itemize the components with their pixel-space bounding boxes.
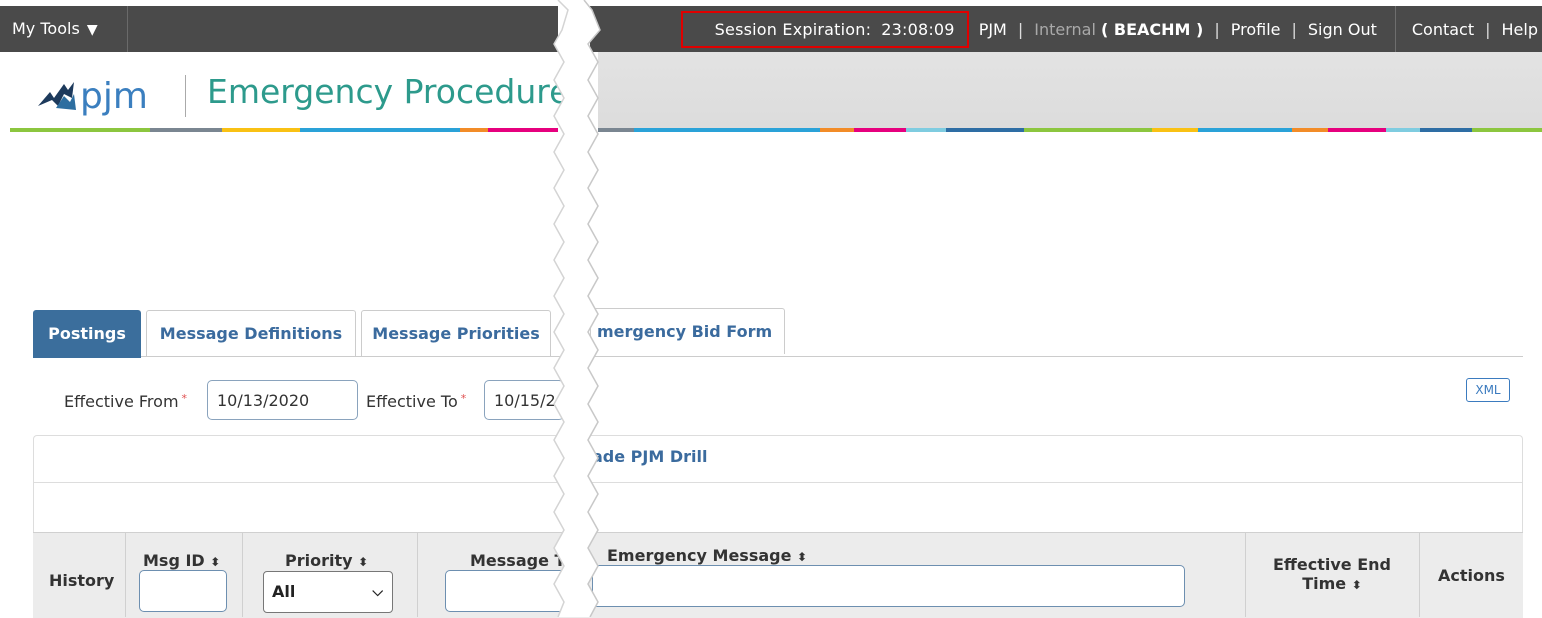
effective-from-text: Effective From [64, 392, 179, 411]
column-divider [1419, 532, 1420, 617]
session-time: 23:08:09 [881, 19, 955, 39]
col-history: History [49, 571, 115, 590]
header-banner [598, 52, 1542, 128]
pjm-logo[interactable]: pjm [34, 72, 164, 118]
col-priority-label: Priority [285, 551, 353, 570]
col-emergency-message[interactable]: Emergency Message ⬍ [607, 546, 807, 565]
effective-to-text: Effective To [366, 392, 458, 411]
pjm-link[interactable]: PJM [979, 20, 1007, 39]
col-msg-id-label: Msg ID [143, 551, 205, 570]
column-divider [242, 532, 243, 617]
contact-link[interactable]: Contact [1412, 20, 1474, 39]
link-separator: | [1017, 19, 1024, 39]
sort-icon: ⬍ [358, 555, 369, 569]
color-stripe-left [10, 128, 558, 132]
msg-id-filter-input[interactable] [139, 570, 227, 612]
lightning-icon [38, 82, 76, 110]
effective-from-input[interactable] [207, 380, 358, 420]
col-emergency-message-label: Emergency Message [607, 546, 792, 565]
tab-postings[interactable]: Postings [33, 310, 141, 358]
internal-label: Internal [1034, 19, 1096, 39]
xml-export-button[interactable]: XML [1466, 378, 1510, 402]
color-stripe-right [598, 128, 1542, 132]
session-expiration: Session Expiration: 23:08:09 [680, 10, 969, 48]
effective-from-label: Effective From * [64, 392, 187, 411]
emergency-message-filter-input[interactable] [592, 565, 1185, 607]
link-separator: | [1291, 19, 1297, 39]
column-divider [417, 532, 418, 617]
help-link[interactable]: Help [1502, 20, 1538, 39]
column-divider [125, 532, 126, 617]
panel-title: ade PJM Drill [592, 447, 708, 466]
col-msg-id[interactable]: Msg ID ⬍ [143, 551, 220, 570]
effective-to-label: Effective To * [366, 392, 466, 411]
link-separator: | [1214, 19, 1220, 39]
priority-filter-select[interactable]: All ⌵ [263, 571, 393, 613]
my-tools-label: My Tools [12, 19, 80, 38]
top-bar-divider [1394, 6, 1396, 52]
required-mark: * [460, 392, 467, 405]
required-mark: * [181, 392, 188, 405]
panel-divider [33, 482, 1523, 483]
col-effective-end-time[interactable]: Effective End Time ⬍ [1258, 555, 1406, 593]
tab-message-definitions[interactable]: Message Definitions [146, 310, 356, 356]
app-title: Emergency Procedures [207, 72, 587, 111]
user-name: ( BEACHM ) [1101, 19, 1204, 39]
tab-emergency-bid-form[interactable]: mergency Bid Form [590, 308, 785, 354]
profile-link[interactable]: Profile [1231, 20, 1281, 39]
col-effective-end-line2: Time [1302, 574, 1347, 593]
sign-out-link[interactable]: Sign Out [1308, 20, 1377, 39]
sort-icon: ⬍ [797, 550, 808, 564]
header-divider [185, 75, 186, 117]
col-actions: Actions [1438, 566, 1505, 585]
logo-text: pjm [80, 76, 148, 117]
torn-edge-divider [553, 0, 601, 617]
top-bar-links: Session Expiration: 23:08:09 PJM | Intern… [680, 6, 1538, 52]
col-priority[interactable]: Priority ⬍ [285, 551, 368, 570]
priority-selected-value: All [272, 582, 296, 601]
col-effective-end-line1: Effective End [1273, 555, 1391, 574]
session-label: Session Expiration: [714, 19, 872, 39]
caret-down-icon: ▼ [86, 22, 98, 38]
link-separator: | [1485, 19, 1491, 39]
tab-message-priorities[interactable]: Message Priorities [361, 310, 551, 356]
column-divider [1245, 532, 1246, 617]
sort-icon: ⬍ [1351, 578, 1362, 592]
chevron-down-icon: ⌵ [372, 584, 383, 600]
sort-icon: ⬍ [210, 555, 221, 569]
my-tools-menu[interactable]: My Tools ▼ [0, 6, 128, 52]
